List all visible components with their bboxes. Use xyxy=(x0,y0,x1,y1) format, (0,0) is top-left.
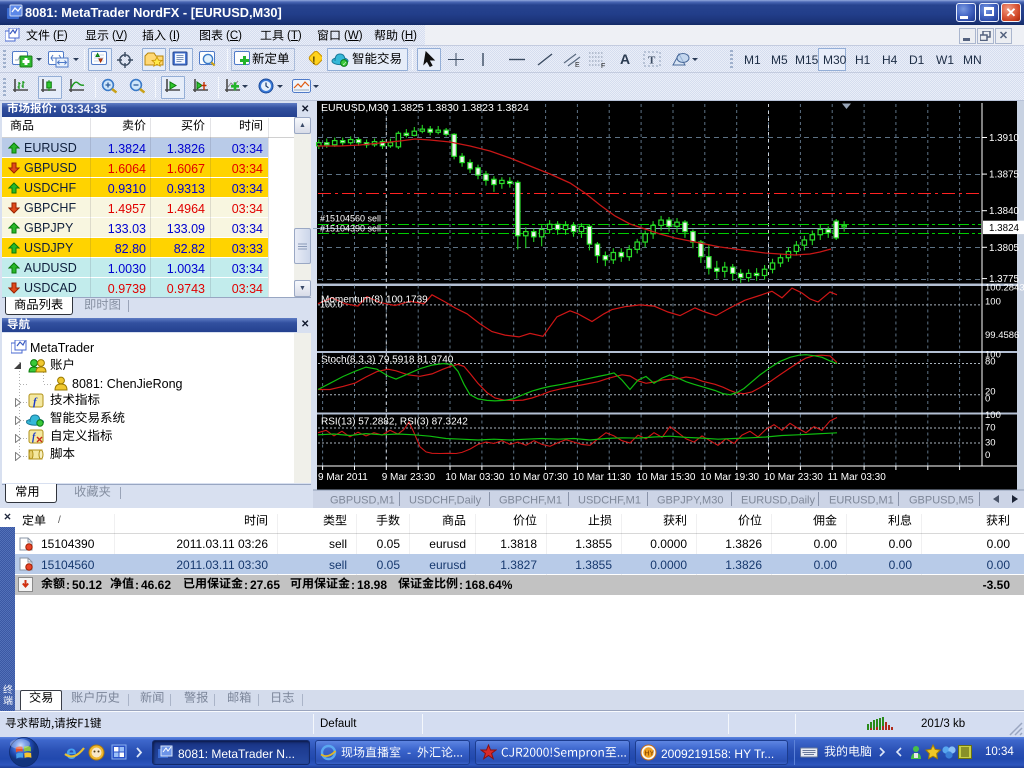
svg-text:10 Mar 19:30: 10 Mar 19:30 xyxy=(700,472,759,483)
svg-text:100.2843: 100.2843 xyxy=(985,283,1024,294)
svg-text:1.3824: 1.3824 xyxy=(989,223,1020,234)
svg-text:11 Mar 03:30: 11 Mar 03:30 xyxy=(828,472,887,483)
svg-text:GBPCHF,M1: GBPCHF,M1 xyxy=(499,495,562,507)
svg-text:EURUSD,M30 1.3825 1.3830 1.38: EURUSD,M30 1.3825 1.3830 1.3823 1.3824 xyxy=(321,102,529,114)
svg-text:1.3840: 1.3840 xyxy=(989,206,1020,217)
svg-text:GBPUSD,M1: GBPUSD,M1 xyxy=(330,495,395,507)
svg-text:EURUSD,Daily: EURUSD,Daily xyxy=(741,495,815,507)
svg-text:#15104560 sell: #15104560 sell xyxy=(320,214,381,224)
svg-text:USDCHF,M1: USDCHF,M1 xyxy=(578,495,641,507)
svg-text:100: 100 xyxy=(985,410,1001,421)
svg-text:30: 30 xyxy=(985,438,996,449)
svg-text:1.3875: 1.3875 xyxy=(989,170,1020,181)
svg-text:GBPJPY,M30: GBPJPY,M30 xyxy=(657,495,723,507)
svg-text:100.0: 100.0 xyxy=(320,300,343,310)
svg-text:e: e xyxy=(66,743,77,763)
svg-text:80: 80 xyxy=(985,357,996,368)
svg-text:EURUSD,M1: EURUSD,M1 xyxy=(829,495,894,507)
svg-text:T: T xyxy=(648,55,656,67)
svg-text:100: 100 xyxy=(985,297,1001,308)
svg-text:10 Mar 15:30: 10 Mar 15:30 xyxy=(637,472,696,483)
svg-text:99.4586: 99.4586 xyxy=(985,330,1019,341)
svg-text:0: 0 xyxy=(985,394,990,405)
svg-text:Stoch(8,3,3) 79.5918 81.9740: Stoch(8,3,3) 79.5918 81.9740 xyxy=(321,355,454,366)
svg-text:0: 0 xyxy=(985,450,990,461)
svg-text:GBPUSD,M5: GBPUSD,M5 xyxy=(909,495,974,507)
svg-text:#15104390 sell: #15104390 sell xyxy=(320,224,381,234)
svg-text:10 Mar 23:30: 10 Mar 23:30 xyxy=(764,472,823,483)
svg-text:1.3805: 1.3805 xyxy=(989,243,1020,254)
svg-text:10 Mar 03:30: 10 Mar 03:30 xyxy=(445,472,504,483)
svg-text:70: 70 xyxy=(985,423,996,434)
svg-text:E: E xyxy=(575,62,580,68)
svg-text:HY: HY xyxy=(645,751,655,758)
svg-text:F: F xyxy=(601,63,605,68)
svg-text:1.3910: 1.3910 xyxy=(989,133,1020,144)
svg-text:USDCHF,Daily: USDCHF,Daily xyxy=(409,495,482,507)
svg-text:10 Mar 07:30: 10 Mar 07:30 xyxy=(509,472,568,483)
svg-text:✓: ✓ xyxy=(342,62,347,68)
svg-text:!: ! xyxy=(312,55,316,67)
svg-text:RSI(13) 57.2882, RSI(3) 87.324: RSI(13) 57.2882, RSI(3) 87.3242 xyxy=(321,417,468,428)
svg-text:9 Mar 2011: 9 Mar 2011 xyxy=(318,472,368,483)
svg-text:9 Mar 23:30: 9 Mar 23:30 xyxy=(382,472,436,483)
svg-text:10 Mar 11:30: 10 Mar 11:30 xyxy=(573,472,632,483)
